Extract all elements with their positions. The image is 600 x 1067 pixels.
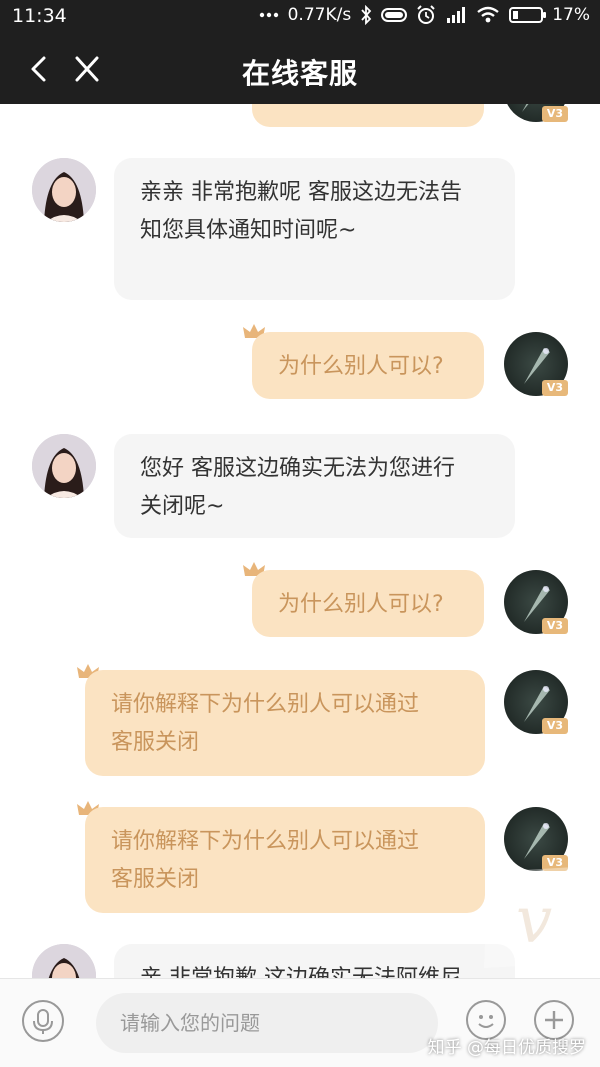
level-badge: V3 — [542, 718, 568, 734]
signal-dots-icon — [259, 12, 278, 18]
page-title: 在线客服 — [241, 57, 358, 90]
bluetooth-icon — [361, 5, 372, 25]
message-line: 请你解释下为什么别人可以通过 — [111, 692, 420, 717]
alarm-icon — [417, 5, 435, 24]
message-line: 亲亲 非常抱歉呢 客服这边无法告 — [140, 180, 462, 205]
hd-signal-icon — [447, 7, 466, 23]
message-bubble-user: 请你解释下为什么别人可以通过 客服关闭 — [85, 670, 485, 776]
message-bubble-agent: 亲 非常抱歉 这边确实无法阿维尼 — [114, 944, 515, 978]
status-icons: 0.77K/s 17% — [259, 5, 590, 25]
svg-text:v: v — [516, 884, 552, 958]
microphone-icon — [33, 1009, 53, 1034]
partial-user-bubble — [252, 104, 484, 127]
message-line: 为什么别人可以? — [278, 592, 444, 617]
status-bar: 11:34 0.77K/s 17% — [0, 0, 600, 34]
agent-avatar-image — [32, 158, 96, 222]
message-line: 请你解释下为什么别人可以通过 — [111, 829, 420, 854]
nav-bar: 在线客服 — [0, 34, 600, 104]
message-bubble-agent: 您好 客服这边确实无法为您进行 关闭呢~ — [114, 434, 515, 538]
agent-avatar-image — [32, 944, 96, 978]
battery-icon — [509, 7, 547, 23]
message-line: 客服关闭 — [111, 730, 200, 755]
battery-percent: 17% — [552, 5, 590, 25]
network-speed: 0.77K/s — [287, 5, 352, 25]
level-badge: V3 — [542, 380, 568, 396]
agent-avatar[interactable] — [32, 944, 96, 978]
level-badge: V3 — [542, 106, 568, 122]
message-line: 知您具体通知时间呢~ — [140, 218, 357, 243]
message-line: 客服关闭 — [111, 867, 200, 892]
message-bubble-user: 为什么别人可以? — [252, 570, 484, 637]
chat-area[interactable]: V3 亲亲 非常抱歉呢 客服这边无法告 知您具体通知时间呢~ 为什么别人可以? … — [0, 104, 600, 978]
level-badge: V3 — [542, 618, 568, 634]
agent-avatar-image — [32, 434, 96, 498]
status-time: 11:34 — [12, 5, 67, 27]
toggle-icon — [381, 8, 408, 22]
message-line: 关闭呢~ — [140, 494, 225, 519]
watermark-logo: v — [484, 866, 596, 968]
watermark-text: 知乎 @每日优质搜罗 — [427, 1038, 586, 1058]
message-line: 您好 客服这边确实无法为您进行 — [140, 456, 455, 481]
message-line: 为什么别人可以? — [278, 354, 444, 379]
question-input[interactable]: 请输入您的问题 — [96, 993, 438, 1053]
wifi-icon — [477, 6, 499, 23]
message-bubble-user: 请你解释下为什么别人可以通过 客服关闭 — [85, 807, 485, 913]
agent-avatar[interactable] — [32, 158, 96, 222]
message-bubble-agent: 亲亲 非常抱歉呢 客服这边无法告 知您具体通知时间呢~ — [114, 158, 515, 300]
message-line: 亲 非常抱歉 这边确实无法阿维尼 — [140, 960, 489, 978]
voice-button[interactable] — [22, 1000, 64, 1042]
message-bubble-user: 为什么别人可以? — [252, 332, 484, 399]
agent-avatar[interactable] — [32, 434, 96, 498]
